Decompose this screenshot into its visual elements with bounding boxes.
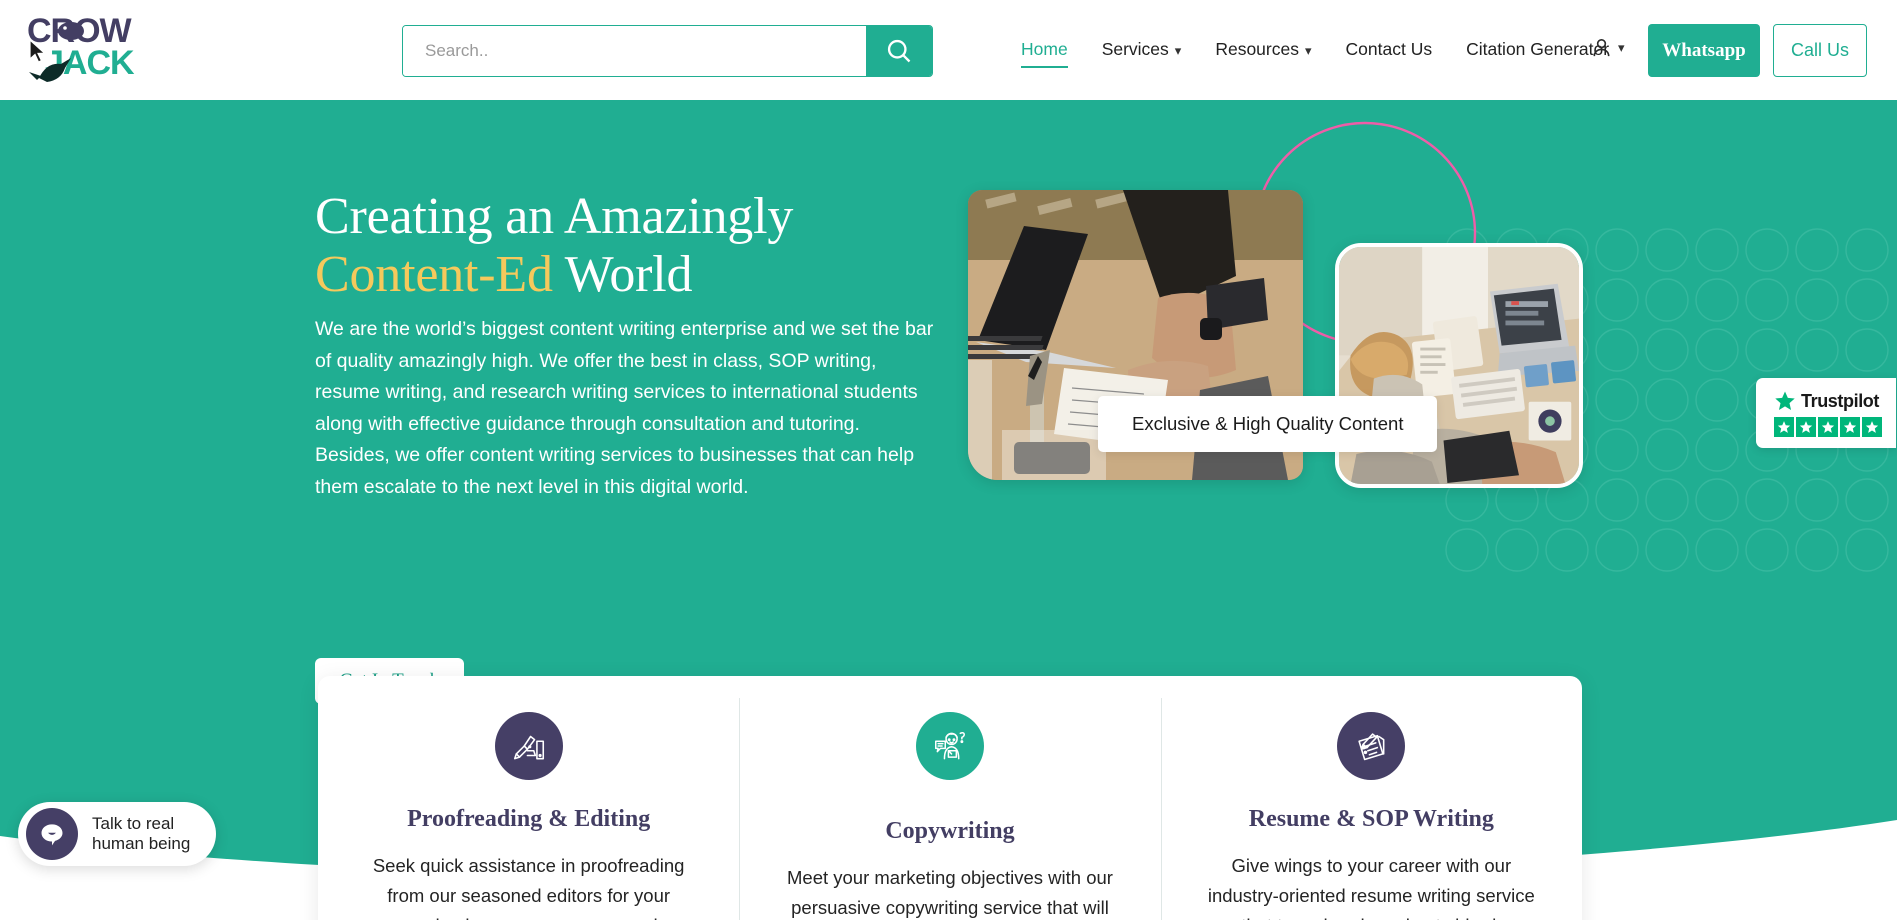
document-pencil-icon	[1337, 712, 1406, 780]
chat-bubble-icon	[26, 808, 78, 860]
hero-title: Creating an Amazingly Content-Ed World	[315, 188, 1075, 304]
nav-label-contact-us: Contact Us	[1345, 39, 1433, 60]
service-description: Give wings to your career with our indus…	[1207, 855, 1535, 920]
nav-item-contact-us[interactable]: Contact Us	[1329, 41, 1450, 59]
hand-writing-icon	[494, 712, 563, 780]
chat-line-1: Talk to real	[92, 813, 175, 833]
trustpilot-badge[interactable]: Trustpilot	[1756, 378, 1896, 448]
service-title: Resume & SOP Writing	[1248, 806, 1494, 832]
site-header: CROW JACK Home Services	[0, 0, 1897, 100]
search-input[interactable]	[403, 26, 866, 76]
mouse-cursor	[29, 38, 46, 63]
services-card-panel: Proofreading & Editing Seek quick assist…	[318, 676, 1582, 920]
service-description: Meet your marketing objectives with our …	[787, 867, 1113, 918]
service-description: Seek quick assistance in proofreading fr…	[372, 855, 685, 920]
copywriting-person-icon	[915, 712, 984, 780]
service-card-copywriting[interactable]: Copywriting Meet your marketing objectiv…	[739, 676, 1160, 920]
homepage: CROW JACK Home Services	[0, 0, 1897, 920]
chat-widget-text: Talk to real human being	[92, 814, 190, 854]
chevron-down-icon: ▾	[1174, 42, 1182, 58]
hero-title-accent: Content-Ed	[315, 246, 553, 304]
chevron-down-icon: ▾	[1304, 42, 1312, 58]
hero-title-line1: Creating an Amazingly	[315, 188, 794, 245]
user-icon	[1593, 39, 1610, 57]
nav-label-services: Services	[1101, 39, 1169, 60]
trustpilot-header: Trustpilot	[1774, 390, 1882, 412]
search-icon	[887, 39, 911, 63]
nav-item-services[interactable]: Services ▾	[1085, 41, 1199, 59]
service-title: Copywriting	[885, 818, 1015, 844]
trustpilot-label: Trustpilot	[1801, 390, 1879, 411]
star-icon	[1796, 417, 1816, 437]
nav-label-citation-generator: Citation Generator	[1466, 39, 1610, 60]
account-menu[interactable]: ▾	[1590, 36, 1625, 59]
nav-item-resources[interactable]: Resources ▾	[1198, 41, 1328, 59]
service-card-proofreading[interactable]: Proofreading & Editing Seek quick assist…	[318, 676, 739, 920]
star-icon	[1775, 391, 1795, 410]
star-icon	[1774, 417, 1794, 437]
hero-paragraph: We are the world’s biggest content writi…	[315, 318, 934, 498]
chevron-down-icon: ▾	[1618, 39, 1625, 55]
call-us-button[interactable]: Call Us	[1773, 24, 1867, 77]
search-button[interactable]	[866, 26, 932, 76]
nav-item-home[interactable]: Home	[1004, 39, 1085, 68]
star-icon	[1862, 417, 1882, 437]
service-title: Proofreading & Editing	[407, 806, 651, 832]
chat-line-2: human being	[92, 834, 191, 853]
service-card-resume-sop[interactable]: Resume & SOP Writing Give wings to your …	[1160, 676, 1582, 920]
whatsapp-button[interactable]: Whatsapp	[1648, 24, 1760, 77]
nav-label-resources: Resources	[1215, 39, 1299, 60]
trustpilot-rating-stars	[1774, 417, 1882, 437]
nav-label-home: Home	[1021, 39, 1068, 60]
hero-title-tail: World	[552, 246, 693, 304]
search-bar[interactable]	[402, 25, 933, 77]
live-chat-widget[interactable]: Talk to real human being	[18, 802, 217, 866]
main-nav: Home Services ▾ Resources ▾ Contact Us C…	[1004, 0, 1626, 100]
image-quality-tag: Exclusive & High Quality Content	[1098, 396, 1438, 452]
chat-bubble-glyph	[41, 824, 63, 846]
star-icon	[1840, 417, 1860, 437]
star-icon	[1818, 417, 1838, 437]
